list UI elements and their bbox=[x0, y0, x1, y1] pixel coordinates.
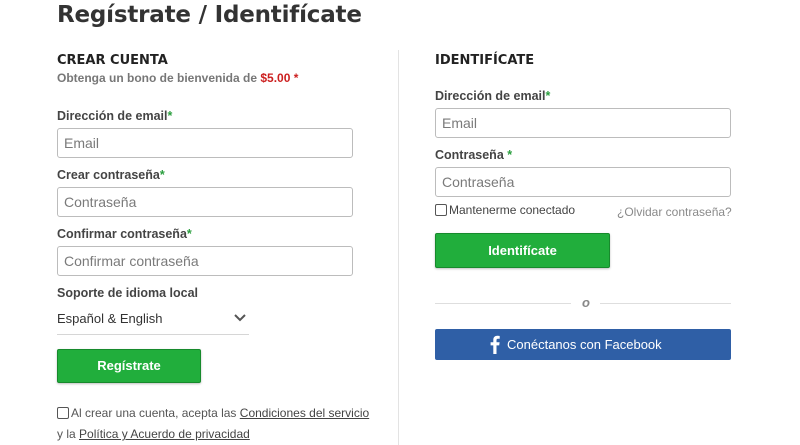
privacy-policy-link[interactable]: Política y Acuerdo de privacidad bbox=[79, 427, 250, 441]
create-password-label: Crear contraseña* bbox=[57, 168, 165, 182]
or-divider-left bbox=[435, 303, 571, 304]
facebook-connect-button[interactable]: Conéctanos con Facebook bbox=[435, 329, 731, 360]
login-email-label: Dirección de email* bbox=[435, 89, 551, 103]
language-label: Soporte de idioma local bbox=[57, 286, 198, 300]
language-select[interactable]: Español & English bbox=[57, 306, 249, 335]
chevron-down-icon bbox=[234, 314, 246, 322]
login-email-input[interactable] bbox=[435, 108, 731, 138]
remember-me[interactable]: Mantenerme conectado bbox=[435, 203, 575, 217]
language-value: Español & English bbox=[57, 311, 163, 326]
or-separator: o bbox=[582, 295, 590, 310]
bonus-prefix: Obtenga un bono de bienvenida de bbox=[57, 71, 258, 85]
register-email-label: Dirección de email* bbox=[57, 109, 173, 123]
confirm-password-label: Confirmar contraseña* bbox=[57, 227, 192, 241]
register-button[interactable]: Regístrate bbox=[57, 349, 201, 383]
remember-me-checkbox[interactable] bbox=[435, 204, 447, 216]
bonus-asterisk: * bbox=[293, 71, 299, 85]
facebook-button-label: Conéctanos con Facebook bbox=[507, 337, 662, 352]
terms-checkbox[interactable] bbox=[57, 407, 69, 419]
bonus-amount: $5.00 bbox=[260, 71, 291, 85]
login-heading: IDENTIFÍCATE bbox=[435, 53, 535, 68]
terms-text: Al crear una cuenta, acepta las Condicio… bbox=[57, 406, 370, 441]
page-title: Regístrate / Identifícate bbox=[57, 2, 362, 28]
login-password-input[interactable] bbox=[435, 167, 731, 197]
register-heading: CREAR CUENTA bbox=[57, 53, 168, 68]
remember-me-label: Mantenerme conectado bbox=[449, 203, 576, 217]
column-divider bbox=[398, 50, 399, 445]
forgot-password-link[interactable]: ¿Olvidar contraseña? bbox=[617, 205, 732, 219]
create-password-input[interactable] bbox=[57, 187, 353, 217]
confirm-password-input[interactable] bbox=[57, 246, 353, 276]
facebook-icon bbox=[490, 335, 500, 354]
register-email-input[interactable] bbox=[57, 128, 353, 158]
welcome-bonus-text: Obtenga un bono de bienvenida de $5.00 * bbox=[57, 71, 298, 85]
or-divider-right bbox=[600, 303, 731, 304]
login-password-label: Contraseña * bbox=[435, 148, 513, 162]
login-button[interactable]: Identifícate bbox=[435, 233, 610, 268]
terms-of-service-link[interactable]: Condiciones del servicio bbox=[240, 406, 369, 420]
